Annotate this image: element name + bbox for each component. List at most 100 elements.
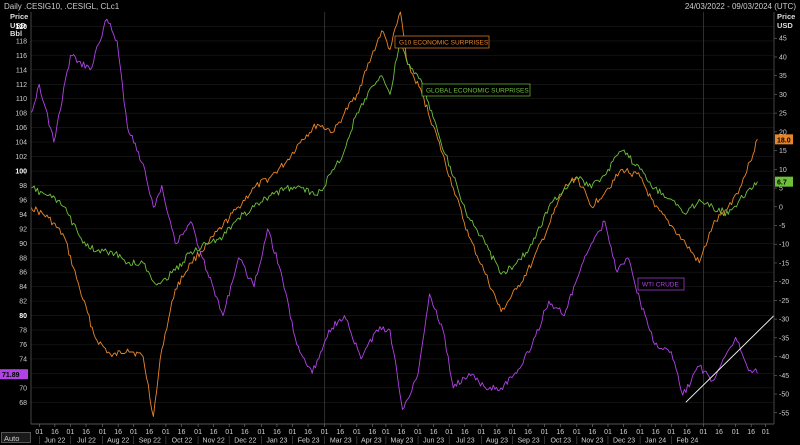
x-month-label: Mar 23: [330, 438, 352, 445]
right-tick-label: -35: [779, 335, 789, 342]
x-day-label: 01: [257, 429, 265, 436]
right-tick-label: 25: [779, 111, 787, 118]
right-tick-label: -40: [779, 354, 789, 361]
right-tick-label: -20: [779, 279, 789, 286]
left-tick-label: 98: [19, 183, 27, 190]
left-tick-label: 70: [19, 385, 27, 392]
x-day-label: 16: [715, 429, 723, 436]
right-tick-label: 10: [779, 167, 787, 174]
left-tick-label: 114: [16, 67, 27, 74]
x-day-label: 01: [321, 429, 329, 436]
x-month-label: Jul 22: [77, 438, 96, 445]
x-day-label: 01: [667, 429, 675, 436]
x-month-label: Jun 23: [423, 438, 444, 445]
x-day-label: 01: [162, 429, 170, 436]
x-day-label: 16: [398, 429, 406, 436]
x-day-label: 16: [336, 429, 344, 436]
x-day-label: 01: [509, 429, 517, 436]
right-tick-label: 15: [779, 148, 787, 155]
left-tick-label: 120: [15, 24, 27, 31]
last-value-label: 71.89: [2, 372, 20, 379]
right-tick-label: -50: [779, 392, 789, 399]
x-day-label: 01: [353, 429, 361, 436]
right-tick-label: -25: [779, 298, 789, 305]
right-tick-label: -5: [779, 223, 785, 230]
x-month-label: Jul 23: [456, 438, 475, 445]
last-value-label: 18.0: [777, 137, 791, 144]
right-tick-label: 0: [779, 204, 783, 211]
x-day-label: 16: [620, 429, 628, 436]
x-day-label: 01: [289, 429, 297, 436]
x-day-label: 16: [747, 429, 755, 436]
x-month-label: Oct 23: [550, 438, 571, 445]
right-tick-label: -55: [779, 410, 789, 417]
x-day-label: 01: [382, 429, 390, 436]
x-day-label: 16: [241, 429, 249, 436]
left-tick-label: 68: [19, 400, 27, 407]
x-month-label: Jan 23: [266, 438, 287, 445]
x-day-label: 01: [636, 429, 644, 436]
last-value-label: 6.7: [777, 180, 787, 187]
left-tick-label: 94: [19, 212, 27, 219]
left-tick-label: 74: [19, 356, 27, 363]
x-day-label: 16: [493, 429, 501, 436]
series-annotation-label: WTI CRUDE: [642, 282, 679, 289]
x-month-label: Nov 23: [581, 438, 603, 445]
x-day-label: 01: [732, 429, 740, 436]
right-tick-label: -10: [779, 242, 789, 249]
right-tick-label: 30: [779, 92, 787, 99]
left-tick-label: 84: [19, 284, 27, 291]
series-annotation-label: G10 ECONOMIC SURPRISES: [399, 40, 489, 47]
x-month-label: Oct 22: [172, 438, 193, 445]
auto-scale-button[interactable]: Auto: [1, 432, 31, 443]
x-day-label: 16: [304, 429, 312, 436]
right-tick-label: -45: [779, 373, 789, 380]
x-day-label: 16: [145, 429, 153, 436]
left-tick-label: 100: [15, 169, 27, 176]
x-day-label: 01: [604, 429, 612, 436]
x-month-label: May 23: [390, 438, 413, 445]
left-axis: 6870727476788082848688909294969810010210…: [15, 12, 32, 424]
left-tick-label: 110: [16, 96, 27, 103]
x-day-label: 16: [51, 429, 59, 436]
x-day-label: 01: [541, 429, 549, 436]
chart-canvas[interactable]: 6870727476788082848688909294969810010210…: [0, 0, 800, 445]
x-day-label: 16: [114, 429, 122, 436]
x-month-label: Dec 22: [234, 438, 256, 445]
plot-area: [31, 12, 774, 424]
x-axis: 01 16 01 16 01 16 01 16 01 16 01 16 01 16 01 16 01 16 01 16…: [31, 423, 774, 445]
x-day-label: 01: [414, 429, 422, 436]
left-tick-label: 112: [16, 82, 27, 89]
x-day-label: 01: [67, 429, 75, 436]
x-day-label: 01: [700, 429, 708, 436]
x-month-label: Feb 24: [676, 438, 698, 445]
x-month-label: Aug 23: [486, 438, 508, 445]
left-tick-label: 104: [15, 140, 27, 147]
x-month-label: Feb 23: [298, 438, 320, 445]
left-tick-label: 106: [15, 125, 27, 132]
left-tick-label: 118: [16, 38, 27, 45]
right-tick-label: 35: [779, 73, 787, 80]
x-day-label: 16: [178, 429, 186, 436]
x-day-label: 16: [589, 429, 597, 436]
x-day-label: 16: [82, 429, 90, 436]
left-tick-label: 88: [19, 255, 27, 262]
x-day-label: 01: [35, 429, 43, 436]
left-tick-label: 96: [19, 197, 27, 204]
x-month-label: Jun 22: [44, 438, 65, 445]
x-day-label: 01: [99, 429, 107, 436]
x-month-label: Jan 24: [645, 438, 666, 445]
left-tick-label: 78: [19, 328, 27, 335]
left-tick-label: 76: [19, 342, 27, 349]
x-day-label: 01: [225, 429, 233, 436]
x-day-label: 16: [652, 429, 660, 436]
x-day-label: 01: [445, 429, 453, 436]
left-tick-label: 92: [19, 226, 27, 233]
x-day-label: 16: [461, 429, 469, 436]
x-day-label: 16: [524, 429, 532, 436]
x-day-label: 01: [194, 429, 202, 436]
right-tick-label: 40: [779, 54, 787, 61]
x-day-label: 16: [683, 429, 691, 436]
x-day-label: 16: [369, 429, 377, 436]
x-month-label: Nov 22: [203, 438, 225, 445]
